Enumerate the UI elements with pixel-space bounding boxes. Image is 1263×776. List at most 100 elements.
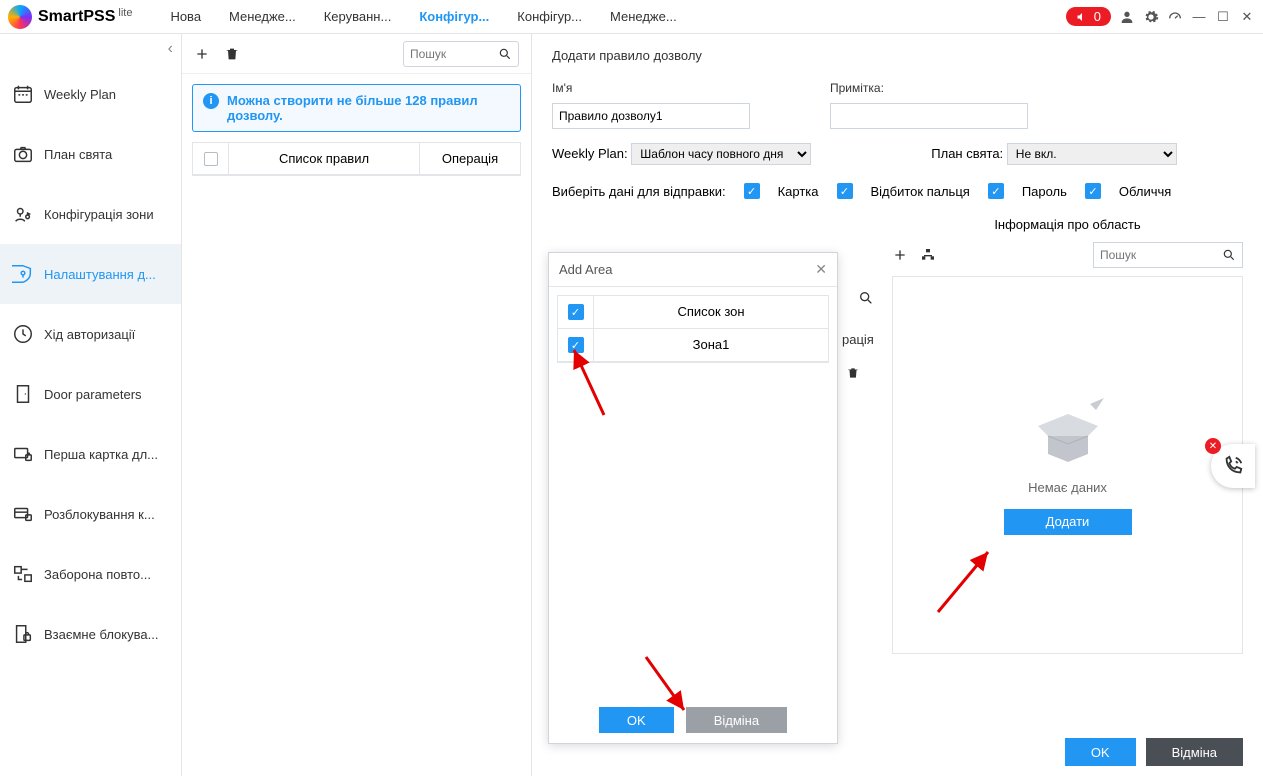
check-face[interactable]: ✓ — [1085, 183, 1101, 199]
area-org-icon[interactable] — [920, 247, 936, 263]
check-fingerprint-label: Відбиток пальця — [871, 184, 970, 199]
tab-4[interactable]: Конфігур... — [503, 1, 596, 32]
sidebar-item-auth-flow[interactable]: Хід авторизації — [0, 304, 181, 364]
modal-cancel-button[interactable]: Відміна — [686, 707, 787, 733]
check-password[interactable]: ✓ — [988, 183, 1004, 199]
main-ok-button[interactable]: OK — [1065, 738, 1136, 766]
no-data-text: Немає даних — [1028, 480, 1107, 495]
holiday-plan-select[interactable]: Не вкл. — [1007, 143, 1177, 165]
area-add-button[interactable]: Додати — [1004, 509, 1132, 535]
sidebar-item-label: Door parameters — [44, 387, 142, 402]
weekly-plan-select[interactable]: Шаблон часу повного дня — [631, 143, 811, 165]
call-widget[interactable]: ✕ — [1211, 444, 1255, 488]
door-icon — [12, 383, 34, 405]
zone-header: Список зон — [594, 296, 828, 328]
check-card[interactable]: ✓ — [744, 183, 760, 199]
tab-5[interactable]: Менедже... — [596, 1, 691, 32]
check-fingerprint[interactable]: ✓ — [837, 183, 853, 199]
rules-col-op: Операція — [420, 143, 520, 174]
sidebar-item-holiday-plan[interactable]: План свята — [0, 124, 181, 184]
zone-pin-icon — [12, 203, 34, 225]
modal-ok-button[interactable]: OK — [599, 707, 674, 733]
sidebar-item-label: Налаштування д... — [44, 267, 156, 282]
minimize-icon[interactable]: — — [1191, 9, 1207, 24]
sidebar-item-interlock[interactable]: Взаємне блокува... — [0, 604, 181, 664]
area-add-icon[interactable] — [892, 247, 908, 263]
camera-icon — [12, 143, 34, 165]
sidebar-item-anti-passback[interactable]: Заборона повто... — [0, 544, 181, 604]
name-field[interactable] — [552, 103, 750, 129]
sidebar-item-label: Хід авторизації — [44, 327, 135, 342]
main-cancel-button[interactable]: Відміна — [1146, 738, 1243, 766]
dashboard-icon[interactable] — [1167, 9, 1183, 25]
add-rule-icon[interactable] — [194, 46, 210, 62]
swap-icon — [12, 563, 34, 585]
sidebar-item-label: Заборона повто... — [44, 567, 151, 582]
info-icon: i — [203, 93, 219, 109]
search-icon[interactable] — [1222, 248, 1236, 262]
sidebar-item-label: План свята — [44, 147, 112, 162]
tab-3[interactable]: Конфігур... — [405, 1, 503, 32]
app-name: SmartPSS — [38, 8, 115, 26]
rules-search[interactable] — [403, 41, 519, 67]
clock-icon — [12, 323, 34, 345]
card-lock-icon — [12, 443, 34, 465]
check-face-label: Обличчя — [1119, 184, 1171, 199]
sidebar-item-first-card[interactable]: Перша картка дл... — [0, 424, 181, 484]
close-icon[interactable]: ✕ — [1239, 9, 1255, 25]
phone-icon — [1222, 455, 1244, 477]
collapse-sidebar-icon[interactable]: ‹ — [168, 40, 173, 58]
sidebar-item-label: Розблокування к... — [44, 507, 155, 522]
search-icon[interactable] — [498, 47, 512, 61]
area-search[interactable] — [1093, 242, 1243, 268]
card-unlock-icon — [12, 503, 34, 525]
maximize-icon[interactable]: ☐ — [1215, 9, 1231, 25]
sidebar-item-door-params[interactable]: Door parameters — [0, 364, 181, 424]
name-label: Ім'я — [552, 81, 750, 95]
area-list-box: Немає даних Додати — [892, 276, 1243, 654]
hidden-left-search-icon[interactable] — [858, 290, 874, 306]
top-tabs: Нова Менедже... Керуванн... Конфігур... … — [156, 1, 690, 32]
tab-0[interactable]: Нова — [156, 1, 215, 32]
add-area-modal: Add Area ✕ ✓ Список зон ✓ Зона1 OK Відмі… — [548, 252, 838, 744]
modal-title: Add Area — [559, 262, 613, 277]
sidebar-item-label: Weekly Plan — [44, 87, 116, 102]
zone-row-1-check[interactable]: ✓ — [568, 337, 584, 353]
sidebar: ‹ Weekly Plan План свята Конфігурація зо… — [0, 34, 182, 776]
check-password-label: Пароль — [1022, 184, 1067, 199]
zone-select-all[interactable]: ✓ — [568, 304, 584, 320]
user-icon[interactable] — [1119, 9, 1135, 25]
area-search-input[interactable] — [1100, 248, 1210, 262]
call-close-icon[interactable]: ✕ — [1205, 438, 1221, 454]
holiday-plan-label: План свята: — [931, 146, 1003, 161]
titlebar: SmartPSS lite Нова Менедже... Керуванн..… — [0, 0, 1263, 34]
sidebar-item-label: Перша картка дл... — [44, 447, 158, 462]
gear-icon[interactable] — [1143, 9, 1159, 25]
send-data-label: Виберіть дані для відправки: — [552, 184, 726, 199]
weekly-plan-label: Weekly Plan: — [552, 146, 628, 161]
sidebar-item-unlock[interactable]: Розблокування к... — [0, 484, 181, 544]
note-field[interactable] — [830, 103, 1028, 129]
sidebar-item-permission-settings[interactable]: Налаштування д... — [0, 244, 181, 304]
rules-table: Список правил Операція — [192, 142, 521, 176]
rules-col-list: Список правил — [229, 143, 420, 174]
speaker-icon — [1076, 11, 1088, 23]
rules-search-input[interactable] — [410, 47, 490, 61]
empty-box-icon — [1028, 396, 1108, 466]
hidden-trash-icon[interactable] — [846, 366, 860, 380]
sidebar-item-zone-config[interactable]: Конфігурація зони — [0, 184, 181, 244]
tab-2[interactable]: Керуванн... — [310, 1, 406, 32]
note-label: Примітка: — [830, 81, 1028, 95]
alert-count: 0 — [1094, 9, 1101, 24]
calendar-week-icon — [12, 83, 34, 105]
rules-select-all[interactable] — [193, 143, 229, 174]
zone-row-1[interactable]: Зона1 — [594, 329, 828, 361]
delete-rule-icon[interactable] — [224, 46, 240, 62]
modal-close-icon[interactable]: ✕ — [815, 261, 827, 278]
tab-1[interactable]: Менедже... — [215, 1, 310, 32]
page-title: Додати правило дозволу — [552, 48, 1243, 63]
alert-badge[interactable]: 0 — [1066, 7, 1111, 26]
door-lock-icon — [12, 623, 34, 645]
sidebar-item-weekly-plan[interactable]: Weekly Plan — [0, 64, 181, 124]
hidden-op-text: рація — [842, 332, 874, 347]
